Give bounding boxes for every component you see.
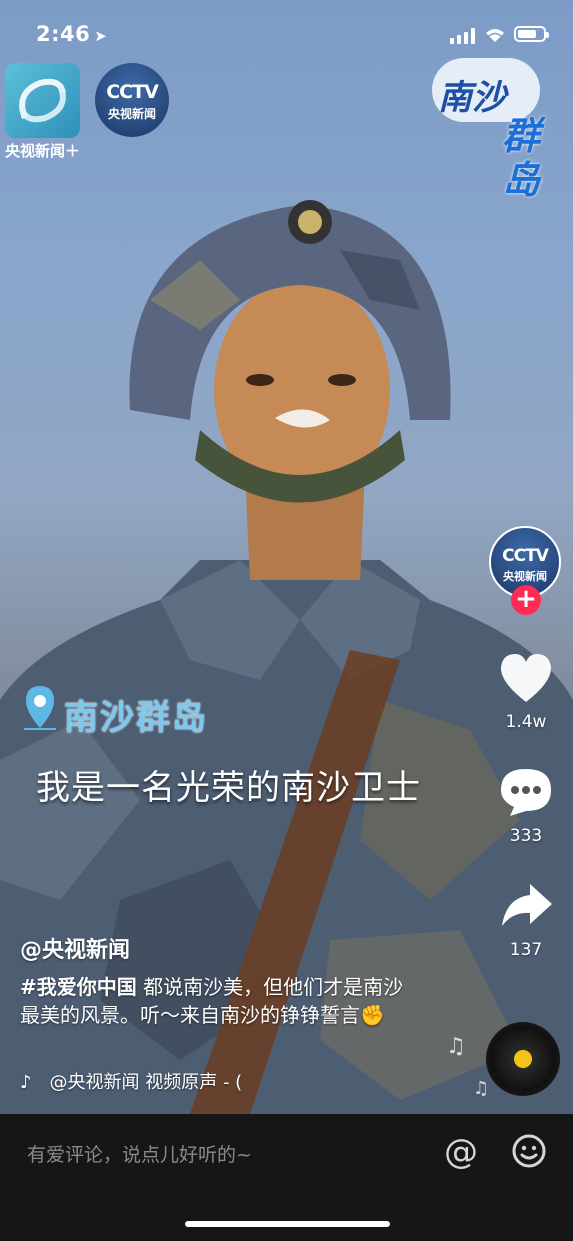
emoji-icon[interactable] [512,1134,546,1168]
comment-icon [501,769,551,816]
app-plus-logo [5,63,80,138]
comment-bar: 有爱评论，说点儿好听的~ @ [0,1114,573,1241]
cctv-logo-sub: 央视新闻 [107,107,156,121]
music-label: @央视新闻 视频原声 - ( [49,1072,243,1093]
comment-input[interactable]: 有爱评论，说点儿好听的~ [27,1140,252,1167]
share-count: 137 [509,940,543,960]
status-time: 2:46 ➤ [36,22,108,46]
heart-icon [500,654,552,702]
like-button[interactable]: 1.4w [494,652,558,732]
follow-button[interactable]: + [511,585,541,615]
tiktok-note-icon: ♪ [20,1072,32,1093]
location-label: 南沙群岛 [64,698,208,738]
floating-note-icon: ♫ [446,1034,466,1059]
location-pin-icon [24,686,56,730]
title-stamp-line2: 群岛 [502,113,541,202]
title-stamp-line1: 南沙 [438,78,506,118]
avatar-logo-text: CCTV [502,546,549,566]
post-hashtag[interactable]: #我爱你中国 [20,975,137,999]
video-subtitle: 我是一名光荣的南沙卫士 [36,768,421,808]
share-button[interactable]: 137 [494,880,558,960]
post-author[interactable]: @央视新闻 [20,932,130,964]
avatar-logo-sub: 央视新闻 [503,570,547,583]
cctv-logo-text: CCTV [106,81,159,103]
wifi-icon [486,29,504,42]
video-player[interactable]: 2:46 ➤ 央视新闻＋ CCTV 央视新闻 南沙 群岛 南沙群岛 我是一名光荣的… [0,0,573,1114]
battery-icon [514,26,549,42]
cctv-news-logo: CCTV 央视新闻 [95,63,169,137]
comment-count: 333 [509,826,543,846]
music-disc[interactable] [486,1022,560,1096]
music-info[interactable]: ♪ @央视新闻 视频原声 - ( [20,1068,320,1094]
home-indicator[interactable] [185,1221,390,1227]
share-arrow-icon [502,884,552,926]
mention-at-icon[interactable]: @ [444,1132,478,1172]
location-arrow-icon: ➤ [94,27,108,45]
post-caption: #我爱你中国 都说南沙美，但他们才是南沙最美的风景。听～来自南沙的铮铮誓言✊ [20,973,420,1029]
app-plus-label: 央视新闻＋ [5,142,81,160]
cellular-signal-icon [450,28,476,44]
floating-note-icon: ♫ [473,1078,490,1099]
like-count: 1.4w [505,712,547,732]
title-stamp: 南沙 群岛 [428,54,566,224]
comment-button[interactable]: 333 [494,766,558,846]
